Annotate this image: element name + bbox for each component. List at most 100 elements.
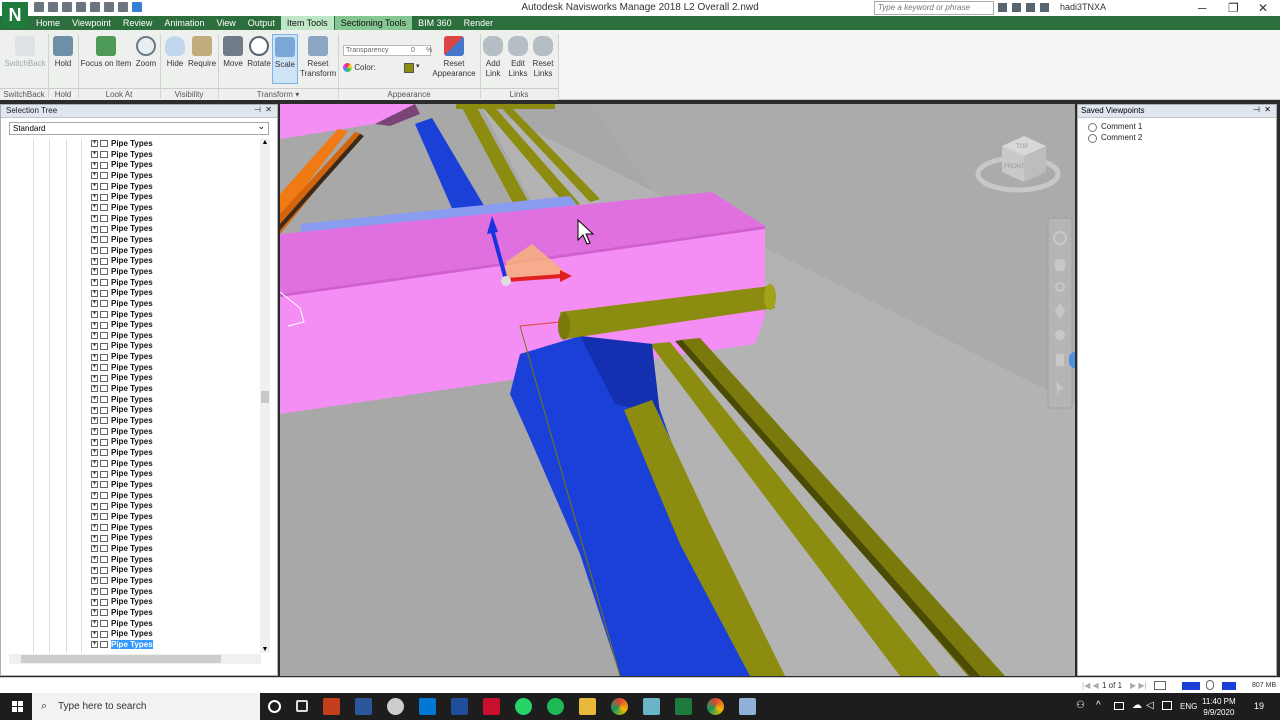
word-icon[interactable] (355, 698, 372, 715)
navisworks-icon[interactable] (675, 698, 692, 715)
tree-vertical-scrollbar[interactable]: ▲ ▼ (260, 139, 270, 653)
scroll-down-icon[interactable]: ▼ (260, 646, 270, 653)
transparency-slider[interactable]: Transparency 0 % (343, 45, 432, 56)
file-explorer-icon[interactable] (579, 698, 596, 715)
switchback-button[interactable]: SwitchBack (4, 36, 46, 69)
tree-item[interactable]: + Pipe Types (9, 448, 261, 459)
cloud-icon[interactable]: ☁ (1132, 700, 1142, 711)
tree-item[interactable]: + Pipe Types (9, 608, 261, 619)
pin-icon[interactable]: ⊣ (254, 105, 261, 114)
rotate-button[interactable]: Rotate (246, 36, 272, 69)
expand-icon[interactable]: + (91, 268, 98, 276)
expand-icon[interactable]: + (91, 577, 98, 585)
tree-item[interactable]: + Pipe Types (9, 384, 261, 395)
expand-icon[interactable]: + (91, 587, 98, 595)
people-icon[interactable]: ⚇ (1076, 700, 1085, 711)
subscription-icon[interactable] (1012, 3, 1021, 12)
hide-button[interactable]: Hide (163, 36, 187, 69)
tree-item[interactable]: + Pipe Types (9, 150, 261, 161)
tree-item[interactable]: + Pipe Types (9, 352, 261, 363)
zoom-button[interactable]: Zoom (133, 36, 159, 69)
gizmo-origin[interactable] (501, 276, 511, 286)
tree-item[interactable]: + Pipe Types (9, 256, 261, 267)
expand-icon[interactable]: + (91, 342, 98, 350)
revit-icon[interactable] (451, 698, 468, 715)
tab-viewpoint[interactable]: Viewpoint (66, 16, 117, 30)
tree-item[interactable]: + Pipe Types (9, 310, 261, 321)
cortana-icon[interactable] (268, 700, 281, 713)
close-button[interactable]: ✕ (1258, 1, 1268, 15)
tree-item[interactable]: + Pipe Types (9, 512, 261, 523)
tab-sectioning-tools[interactable]: Sectioning Tools (334, 16, 413, 30)
color-picker[interactable]: Color: ▾ (343, 63, 420, 73)
move-button[interactable]: Move (220, 36, 246, 69)
expand-icon[interactable]: + (91, 300, 98, 308)
expand-icon[interactable]: + (91, 225, 98, 233)
tab-view[interactable]: View (210, 16, 241, 30)
expand-icon[interactable]: + (91, 172, 98, 180)
expand-icon[interactable]: + (91, 545, 98, 553)
side-panel-toggle[interactable] (1069, 352, 1075, 368)
expand-icon[interactable]: + (91, 310, 98, 318)
expand-icon[interactable]: + (91, 385, 98, 393)
scroll-thumb[interactable] (261, 391, 269, 403)
expand-icon[interactable]: + (91, 278, 98, 286)
expand-icon[interactable]: + (91, 481, 98, 489)
reset-links-button[interactable]: Reset Links (530, 36, 556, 79)
tree-item[interactable]: + Pipe Types (9, 214, 261, 225)
tree-item[interactable]: + Pipe Types (9, 587, 261, 598)
taskbar-search[interactable]: ⌕ Type here to search (32, 693, 260, 720)
expand-icon[interactable]: + (91, 641, 98, 649)
tree-item[interactable]: + Pipe Types (9, 139, 261, 150)
pin-icon[interactable]: ⊣ (1253, 105, 1260, 114)
tab-home[interactable]: Home (30, 16, 66, 30)
expand-icon[interactable]: + (91, 513, 98, 521)
tree-item[interactable]: + Pipe Types (9, 267, 261, 278)
maximize-button[interactable]: ❐ (1228, 1, 1239, 15)
panel-close-button[interactable]: ✕ (265, 105, 272, 114)
outlook-icon[interactable] (419, 698, 436, 715)
autocad-icon[interactable] (483, 698, 500, 715)
app-icon[interactable] (643, 698, 660, 715)
battery-icon[interactable] (1114, 702, 1124, 710)
tree-item[interactable]: + Pipe Types (9, 160, 261, 171)
chrome-icon[interactable] (707, 698, 724, 715)
expand-icon[interactable]: + (91, 161, 98, 169)
expand-icon[interactable]: + (91, 502, 98, 510)
hold-button[interactable]: Hold (50, 36, 76, 69)
tree-item[interactable]: + Pipe Types (9, 469, 261, 480)
task-view-icon[interactable] (296, 700, 308, 712)
expand-icon[interactable]: + (91, 214, 98, 222)
tree-item[interactable]: + Pipe Types (9, 629, 261, 640)
tree-item[interactable]: + Pipe Types (9, 395, 261, 406)
expand-icon[interactable]: + (91, 566, 98, 574)
expand-icon[interactable]: + (91, 492, 98, 500)
expand-icon[interactable]: + (91, 236, 98, 244)
expand-icon[interactable]: + (91, 332, 98, 340)
powerpoint-icon[interactable] (323, 698, 340, 715)
walk-icon[interactable] (1056, 354, 1064, 366)
tree-item[interactable]: + Pipe Types (9, 523, 261, 534)
expand-icon[interactable]: + (91, 364, 98, 372)
sheet-browser-icon[interactable] (1154, 681, 1166, 690)
tree-item[interactable]: + Pipe Types (9, 576, 261, 587)
expand-icon[interactable]: + (91, 449, 98, 457)
signed-in-user[interactable]: hadi3TNXA (1060, 2, 1106, 12)
tree-item[interactable]: + Pipe Types (9, 299, 261, 310)
edit-links-button[interactable]: Edit Links (505, 36, 531, 79)
tree-item[interactable]: + Pipe Types (9, 203, 261, 214)
expand-icon[interactable]: + (91, 406, 98, 414)
expand-icon[interactable]: + (91, 140, 98, 148)
scroll-thumb[interactable] (21, 655, 221, 663)
expand-icon[interactable]: + (91, 353, 98, 361)
panel-close-button[interactable]: ✕ (1264, 105, 1271, 114)
app-icon[interactable] (739, 698, 756, 715)
color-swatch[interactable] (404, 63, 414, 73)
tree-item[interactable]: + Pipe Types (9, 405, 261, 416)
minimize-button[interactable]: ─ (1198, 1, 1207, 15)
tree-item[interactable]: + Pipe Types (9, 235, 261, 246)
expand-icon[interactable]: + (91, 396, 98, 404)
tree-item[interactable]: + Pipe Types (9, 639, 261, 651)
tree-item[interactable]: + Pipe Types (9, 331, 261, 342)
expand-icon[interactable]: + (91, 438, 98, 446)
